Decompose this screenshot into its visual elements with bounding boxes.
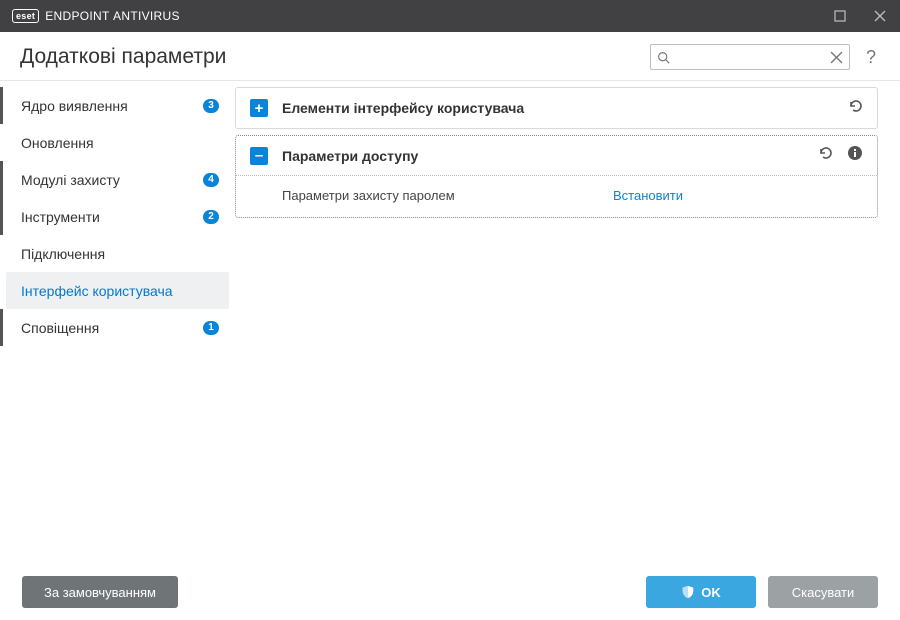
page-title: Додаткові параметри [20,45,638,69]
sidebar-item-2[interactable]: Модулі захисту 4 [0,161,235,198]
sidebar-item-label: Ядро виявлення [21,98,193,114]
setting-action-link[interactable]: Встановити [613,188,683,203]
setting-row-0: Параметри захисту паролемВстановити [282,188,863,203]
search-input[interactable] [676,50,824,64]
ok-button[interactable]: OK [646,576,756,608]
help-button[interactable]: ? [862,47,880,68]
sidebar-item-1[interactable]: Оновлення [0,124,235,161]
undo-icon[interactable] [847,98,863,119]
product-suffix: ANTIVIRUS [113,9,180,23]
sidebar-item-4[interactable]: Підключення [0,235,235,272]
panel-header[interactable]: –Параметри доступу [236,136,877,176]
sidebar-item-label: Підключення [21,246,219,262]
sidebar-item-label: Інтерфейс користувача [21,283,213,299]
sidebar-item-6[interactable]: Сповіщення 1 [0,309,235,346]
sidebar-item-label: Сповіщення [21,320,193,336]
window-close-button[interactable] [860,0,900,32]
cancel-button[interactable]: Скасувати [768,576,878,608]
sidebar-item-label: Інструменти [21,209,193,225]
search-icon [657,51,670,64]
product-prefix: ENDPOINT [45,9,109,23]
panel-title: Параметри доступу [282,148,803,164]
panel-0: + Елементи інтерфейсу користувача [235,87,878,129]
panel-header[interactable]: + Елементи інтерфейсу користувача [236,88,877,128]
sidebar-badge: 2 [203,210,219,224]
sidebar-item-label: Оновлення [21,135,219,151]
sidebar-item-0[interactable]: Ядро виявлення 3 [0,87,235,124]
defaults-button[interactable]: За замовчуванням [22,576,178,608]
sidebar-badge: 4 [203,173,219,187]
close-icon [874,10,886,22]
sidebar-badge: 3 [203,99,219,113]
panel-actions [817,145,863,166]
titlebar: eset ENDPOINT ANTIVIRUS [0,0,900,32]
clear-search-icon[interactable] [830,51,843,64]
panel-actions [847,98,863,119]
sidebar-item-label: Модулі захисту [21,172,193,188]
window-maximize-button[interactable] [820,0,860,32]
undo-icon[interactable] [817,145,833,166]
sidebar-item-5[interactable]: Інтерфейс користувача [6,272,229,309]
collapse-icon: – [250,147,268,165]
sidebar-badge: 1 [203,321,219,335]
footer: За замовчуванням OK Скасувати [0,564,900,620]
search-box[interactable] [650,44,850,70]
product-name: ENDPOINT ANTIVIRUS [45,9,180,23]
sidebar-item-3[interactable]: Інструменти 2 [0,198,235,235]
product-logo: eset ENDPOINT ANTIVIRUS [12,9,180,23]
header: Додаткові параметри ? [0,32,900,81]
shield-icon [681,585,695,599]
brand-badge: eset [12,9,39,23]
sidebar: Ядро виявлення 3 Оновлення Модулі захисту 4 І… [0,81,235,564]
panel-1: –Параметри доступу Параметри захисту паро… [235,135,878,218]
ok-button-label: OK [701,585,721,600]
maximize-icon [834,10,846,22]
panel-body: Параметри захисту паролемВстановити [236,176,877,217]
info-icon[interactable] [847,145,863,166]
expand-icon: + [250,99,268,117]
setting-label: Параметри захисту паролем [282,188,613,203]
content-area: +Елементи інтерфейсу користувача–Парамет… [235,81,900,564]
panel-title: Елементи інтерфейсу користувача [282,100,833,116]
